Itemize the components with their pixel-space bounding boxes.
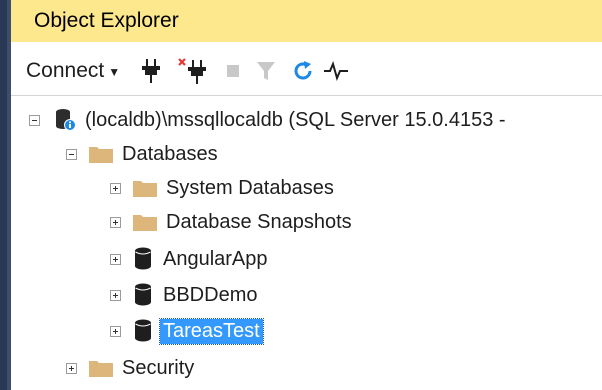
object-explorer-title-bar[interactable]: Object Explorer bbox=[11, 0, 602, 42]
security-label: Security bbox=[122, 356, 195, 379]
expand-toggle[interactable] bbox=[66, 362, 77, 374]
tree-node-angularapp[interactable]: AngularApp bbox=[110, 242, 268, 276]
object-explorer-tree: (localdb)\mssqllocaldb (SQL Server 15.0.… bbox=[11, 100, 602, 390]
tree-node-bbdddemo[interactable]: BBDDemo bbox=[110, 278, 257, 312]
tree-node-database-snapshots[interactable]: Database Snapshots bbox=[110, 205, 352, 239]
stop-button[interactable] bbox=[226, 56, 240, 86]
folder-icon bbox=[89, 361, 113, 377]
system-databases-label: System Databases bbox=[166, 176, 334, 199]
refresh-button[interactable] bbox=[292, 56, 314, 86]
expand-toggle[interactable] bbox=[110, 182, 121, 194]
panel-title: Object Explorer bbox=[34, 9, 179, 32]
left-dock-strip bbox=[0, 0, 11, 390]
toolbar-separator bbox=[11, 95, 602, 96]
activity-monitor-button[interactable] bbox=[323, 56, 349, 86]
database-icon bbox=[135, 319, 151, 342]
tree-node-databases[interactable]: Databases bbox=[66, 137, 218, 171]
tareastest-label: TareasTest bbox=[159, 317, 264, 345]
angularapp-label: AngularApp bbox=[163, 247, 268, 270]
tree-node-server[interactable]: (localdb)\mssqllocaldb (SQL Server 15.0.… bbox=[29, 103, 506, 137]
connect-label: Connect bbox=[26, 59, 105, 82]
server-label: (localdb)\mssqllocaldb (SQL Server 15.0.… bbox=[85, 108, 506, 131]
tree-node-system-databases[interactable]: System Databases bbox=[110, 171, 334, 205]
expand-toggle[interactable] bbox=[110, 253, 121, 265]
refresh-icon bbox=[294, 61, 312, 80]
filter-button[interactable] bbox=[256, 56, 276, 86]
stop-icon bbox=[227, 65, 239, 77]
tree-node-security[interactable]: Security bbox=[66, 351, 194, 385]
expand-toggle[interactable] bbox=[110, 289, 121, 301]
chevron-down-icon: ▼ bbox=[108, 65, 121, 79]
database-server-icon bbox=[56, 109, 76, 131]
bbdddemo-label: BBDDemo bbox=[163, 283, 258, 306]
unplug-icon bbox=[178, 58, 206, 84]
folder-icon bbox=[89, 147, 113, 163]
database-snapshots-label: Database Snapshots bbox=[166, 210, 352, 233]
filter-icon bbox=[257, 62, 275, 80]
connect-dropdown-button[interactable]: Connect ▼ bbox=[26, 56, 120, 86]
databases-label: Databases bbox=[122, 142, 218, 165]
tree-node-tareastest[interactable]: TareasTest bbox=[110, 314, 264, 348]
plug-icon bbox=[142, 59, 160, 83]
collapse-toggle[interactable] bbox=[29, 114, 40, 126]
collapse-toggle[interactable] bbox=[66, 148, 77, 160]
expand-toggle[interactable] bbox=[110, 216, 121, 228]
database-icon bbox=[135, 247, 151, 270]
folder-icon bbox=[133, 215, 157, 231]
object-explorer-toolbar: Connect ▼ bbox=[11, 46, 602, 94]
database-icon bbox=[135, 283, 151, 306]
expand-toggle[interactable] bbox=[110, 325, 121, 337]
disconnect-button[interactable] bbox=[177, 56, 211, 86]
folder-icon bbox=[133, 181, 157, 197]
connect-object-explorer-button[interactable] bbox=[139, 56, 163, 86]
activity-icon bbox=[324, 61, 348, 81]
